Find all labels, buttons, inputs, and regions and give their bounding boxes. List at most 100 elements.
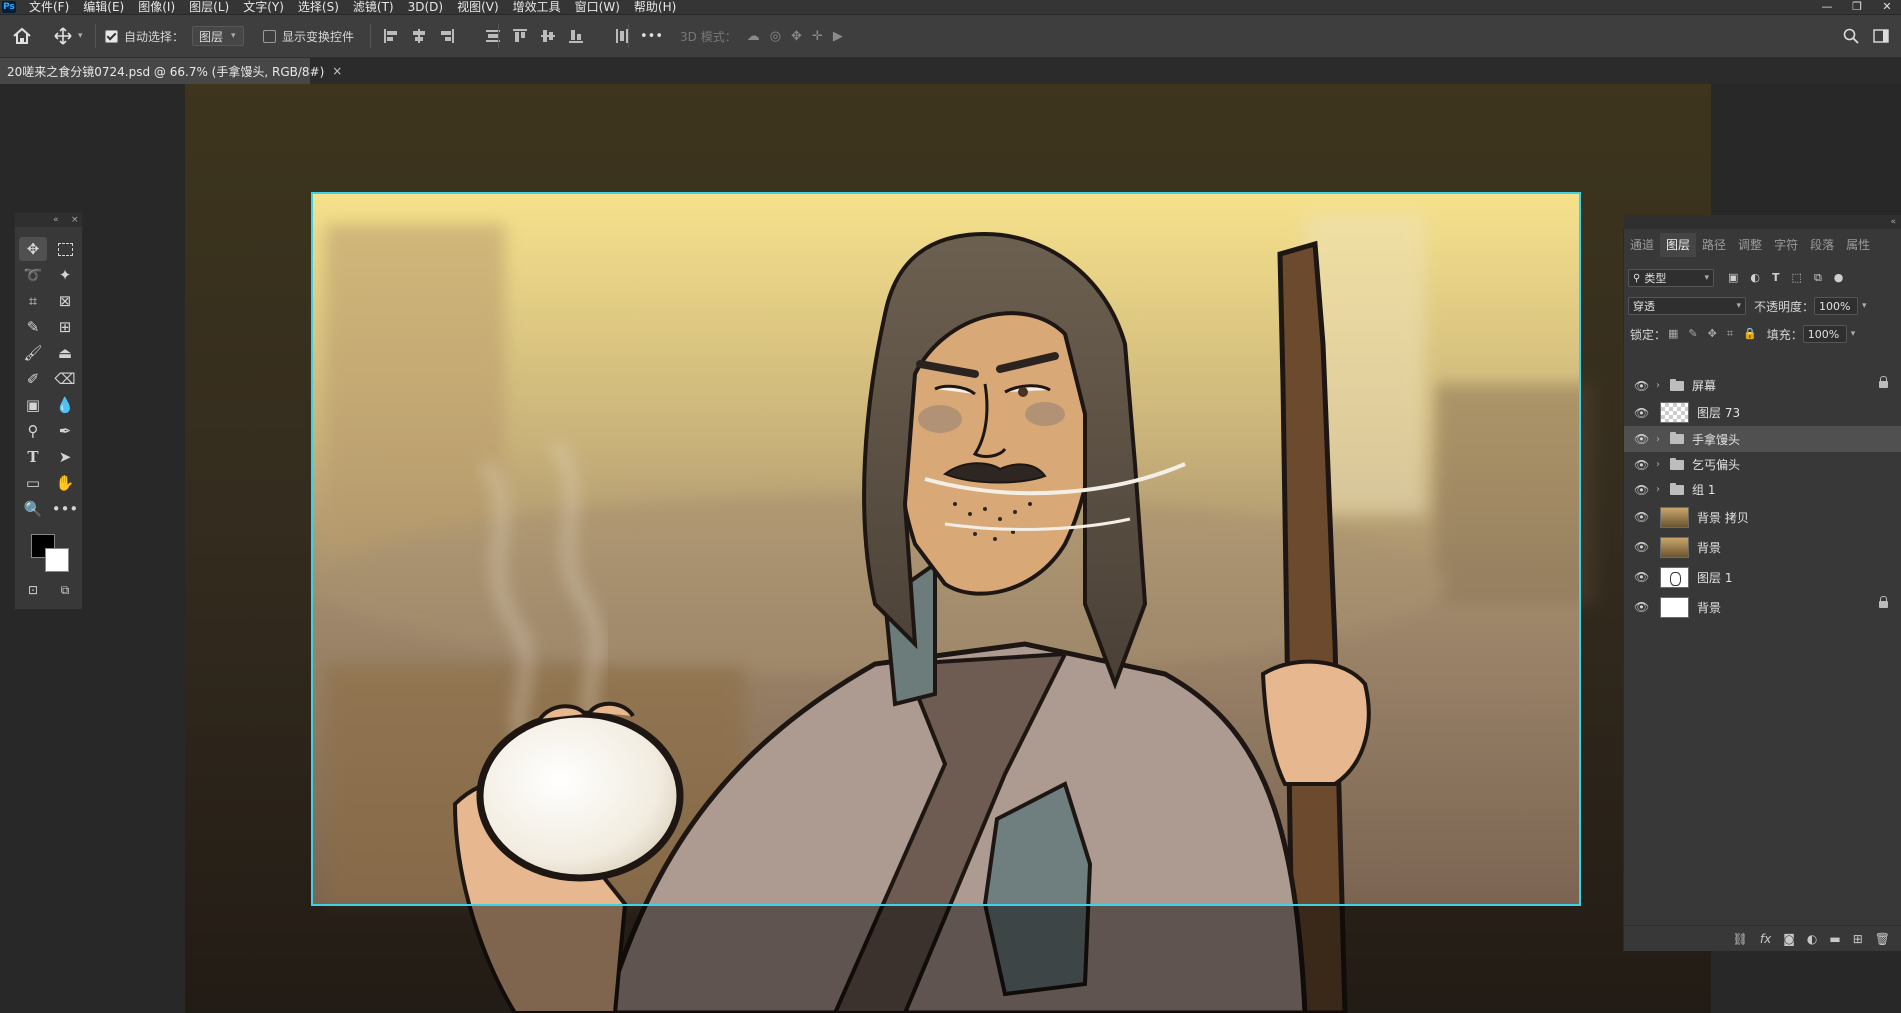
tab-properties[interactable]: 属性	[1840, 233, 1876, 257]
align-left-icon[interactable]	[383, 28, 399, 44]
layer-row[interactable]: 👁 › 组 1	[1624, 477, 1901, 502]
align-center-h-icon[interactable]	[411, 28, 427, 44]
menu-image[interactable]: 图像(I)	[131, 0, 182, 14]
opacity-input[interactable]: 100%	[1814, 297, 1859, 315]
magic-wand-tool-icon[interactable]: ✦	[51, 263, 79, 287]
menu-plugins[interactable]: 增效工具	[506, 0, 568, 14]
blend-mode-dropdown[interactable]: 穿透 ▾	[1628, 297, 1746, 315]
layer-row[interactable]: 👁 背景 拷贝	[1624, 502, 1901, 532]
chevron-right-icon[interactable]: ›	[1656, 380, 1666, 391]
trash-icon[interactable]: 🗑	[1875, 932, 1890, 946]
more-options-button[interactable]: •••	[640, 29, 663, 44]
fx-icon[interactable]: fx	[1760, 932, 1771, 946]
new-group-icon[interactable]: ▬	[1829, 932, 1840, 946]
chevron-down-icon[interactable]: ▾	[1851, 329, 1856, 339]
crop-tool-icon[interactable]: ⌗	[19, 289, 47, 313]
dodge-tool-icon[interactable]: ⚲	[19, 419, 47, 443]
menu-view[interactable]: 视图(V)	[450, 0, 506, 14]
eye-icon[interactable]: 👁	[1634, 483, 1649, 497]
close-tab-icon[interactable]: ×	[332, 64, 342, 78]
eye-icon[interactable]: 👁	[1634, 570, 1649, 584]
lock-transparent-icon[interactable]: ▦	[1668, 327, 1678, 341]
eye-icon[interactable]: 👁	[1634, 540, 1649, 554]
layer-filter-dropdown[interactable]: ⚲ 类型 ▾	[1628, 269, 1714, 287]
type-tool-icon[interactable]: T	[19, 445, 47, 469]
menu-file[interactable]: 文件(F)	[22, 0, 76, 14]
pen-tool-icon[interactable]: ✒	[51, 419, 79, 443]
tab-paragraph[interactable]: 段落	[1804, 233, 1840, 257]
menu-filter[interactable]: 滤镜(T)	[346, 0, 401, 14]
chevron-down-icon[interactable]: ▾	[1862, 301, 1867, 311]
layer-row[interactable]: 👁 › 屏幕	[1624, 372, 1901, 399]
move-tool-preset[interactable]: ▾	[54, 15, 83, 57]
marquee-tool-icon[interactable]	[51, 237, 79, 261]
collapse-toolbox-icon[interactable]: «	[53, 213, 59, 227]
lock-all-icon[interactable]: 🔒	[1743, 327, 1757, 341]
rectangle-tool-icon[interactable]: ▭	[19, 471, 47, 495]
filter-shape-icon[interactable]: ⬚	[1792, 271, 1802, 285]
zoom-tool-icon[interactable]: 🔍	[19, 497, 47, 521]
adjustment-icon[interactable]: ◐	[1807, 932, 1817, 946]
lock-pixels-icon[interactable]: ✎	[1688, 327, 1697, 341]
tab-character[interactable]: 字符	[1768, 233, 1804, 257]
home-button[interactable]	[12, 15, 32, 57]
eye-icon[interactable]: 👁	[1634, 379, 1649, 393]
search-icon[interactable]	[1843, 28, 1859, 44]
menu-type[interactable]: 文字(Y)	[236, 0, 291, 14]
eye-icon[interactable]: 👁	[1634, 600, 1649, 614]
layer-row[interactable]: 👁 › 手拿馒头	[1624, 426, 1901, 452]
layer-row[interactable]: 👁 背景	[1624, 592, 1901, 622]
lasso-tool-icon[interactable]: ➰	[19, 263, 47, 287]
more-tools-icon[interactable]: •••	[51, 497, 79, 521]
eyedropper-tool-icon[interactable]: ✎	[19, 315, 47, 339]
layer-row[interactable]: 👁 图层 1	[1624, 562, 1901, 592]
document-canvas[interactable]	[185, 84, 1711, 1013]
frame-tool-icon[interactable]: ⊠	[51, 289, 79, 313]
auto-select-checkbox[interactable]	[105, 29, 118, 43]
gradient-tool-icon[interactable]: ▣	[19, 393, 47, 417]
brush-tool-icon[interactable]: 🖌	[19, 341, 47, 365]
clone-stamp-tool-icon[interactable]: ⏏	[51, 341, 79, 365]
workspace-icon[interactable]	[1873, 29, 1889, 43]
path-selection-tool-icon[interactable]: ➤	[51, 445, 79, 469]
eraser-tool-icon[interactable]: ⌫	[51, 367, 79, 391]
screen-mode-icon[interactable]: ⧉	[51, 578, 79, 602]
filter-pixel-icon[interactable]: ▣	[1728, 271, 1738, 285]
chevron-right-icon[interactable]: ›	[1656, 484, 1666, 495]
menu-layer[interactable]: 图层(L)	[182, 0, 236, 14]
eye-icon[interactable]: 👁	[1634, 510, 1649, 524]
tab-layers[interactable]: 图层	[1660, 233, 1697, 257]
blur-tool-icon[interactable]: 💧	[51, 393, 79, 417]
align-bottom-icon[interactable]	[568, 28, 584, 44]
background-color-swatch[interactable]	[45, 548, 69, 572]
auto-select-target-dropdown[interactable]: 图层 ▾	[192, 26, 244, 46]
layer-row[interactable]: 👁 图层 73	[1624, 399, 1901, 426]
move-tool-icon[interactable]: ✥	[19, 237, 47, 261]
lock-artboard-icon[interactable]: ⌗	[1727, 327, 1733, 341]
chevron-right-icon[interactable]: ›	[1656, 434, 1666, 445]
collapse-panel-icon[interactable]: «	[1890, 215, 1896, 229]
menu-help[interactable]: 帮助(H)	[627, 0, 683, 14]
close-toolbox-icon[interactable]: ×	[71, 213, 79, 227]
align-middle-v-icon[interactable]	[540, 28, 556, 44]
layer-row[interactable]: 👁 背景	[1624, 532, 1901, 562]
filter-adjustment-icon[interactable]: ◐	[1750, 271, 1760, 285]
tab-adjustments[interactable]: 调整	[1732, 233, 1768, 257]
menu-3d[interactable]: 3D(D)	[401, 0, 450, 14]
spot-healing-tool-icon[interactable]: ⊞	[51, 315, 79, 339]
eye-icon[interactable]: 👁	[1634, 432, 1649, 446]
show-transform-checkbox[interactable]	[263, 29, 276, 43]
link-icon[interactable]: ⛓	[1733, 932, 1748, 946]
eye-icon[interactable]: 👁	[1634, 458, 1649, 472]
eye-icon[interactable]: 👁	[1634, 406, 1649, 420]
history-brush-tool-icon[interactable]: ✐	[19, 367, 47, 391]
mask-icon[interactable]: ◙	[1783, 932, 1795, 946]
align-right-icon[interactable]	[439, 28, 455, 44]
minimize-button[interactable]: —	[1819, 0, 1835, 14]
tab-channels[interactable]: 通道	[1624, 233, 1660, 257]
quick-mask-icon[interactable]: ⊡	[19, 578, 47, 602]
hand-tool-icon[interactable]: ✋	[51, 471, 79, 495]
menu-edit[interactable]: 编辑(E)	[76, 0, 131, 14]
tab-paths[interactable]: 路径	[1696, 233, 1732, 257]
layer-row[interactable]: 👁 › 乞丐偏头	[1624, 452, 1901, 477]
